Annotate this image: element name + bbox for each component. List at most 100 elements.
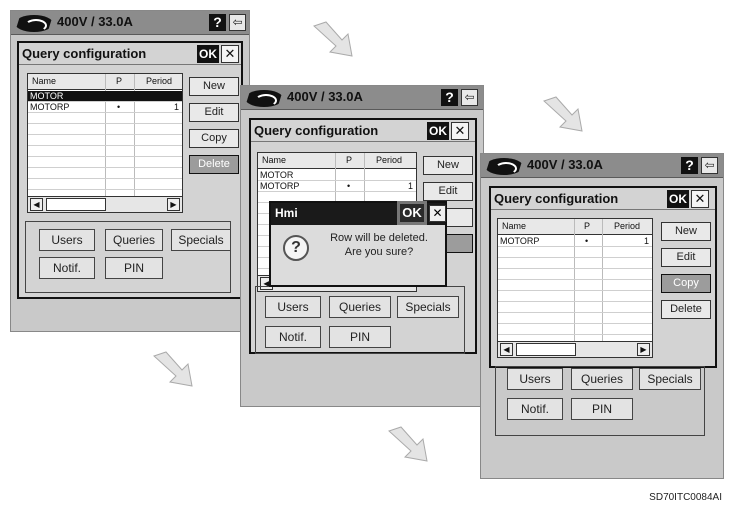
row-period: 1 [408,181,414,191]
table-header: Name P Period [498,219,652,235]
window-title: Query configuration [22,46,147,61]
horizontal-scrollbar[interactable]: ◀ ▶ [28,196,182,212]
specials-button[interactable]: Specials [397,296,459,318]
screen-step-2: 400V / 33.0A ? ⇦ Query configuration OK … [240,85,484,407]
copy-button[interactable]: Copy [661,274,711,293]
scroll-right-icon[interactable]: ▶ [637,343,650,356]
brand-logo-icon [485,158,523,175]
specials-button[interactable]: Specials [639,368,701,390]
row-name: MOTORP [500,236,540,246]
dialog-ok-button[interactable]: OK [397,201,427,225]
close-button[interactable]: ✕ [451,122,469,140]
query-table[interactable]: Name P Period MOTORP • 1 ◀ ▶ [497,218,653,358]
pin-button[interactable]: PIN [329,326,391,348]
screen-step-3: 400V / 33.0A ? ⇦ Query configuration OK … [480,153,724,479]
delete-button[interactable]: Delete [661,300,711,319]
delete-confirm-dialog: Hmi OK ✕ ? Row will be deleted. Are you … [269,201,447,287]
table-row[interactable]: MOTORP • 1 [258,181,416,192]
column-header-name: Name [262,155,287,165]
window-title: Query configuration [494,191,619,206]
column-header-period: Period [376,155,403,165]
back-icon[interactable]: ⇦ [229,14,246,31]
notif-button[interactable]: Notif. [507,398,563,420]
pin-button[interactable]: PIN [105,257,163,279]
users-button[interactable]: Users [39,229,95,251]
table-row[interactable]: MOTORP • 1 [28,102,182,113]
ok-button[interactable]: OK [197,45,219,63]
voltage-current-readout: 400V / 33.0A [287,89,363,104]
new-button[interactable]: New [189,77,239,96]
queries-button[interactable]: Queries [329,296,391,318]
delete-button[interactable]: Delete [189,155,239,174]
query-configuration-window: Query configuration OK ✕ Name P Period M… [489,186,717,368]
users-button[interactable]: Users [507,368,563,390]
column-header-name: Name [32,76,57,86]
help-icon[interactable]: ? [209,14,226,31]
edit-button[interactable]: Edit [423,182,473,201]
row-period: 1 [644,236,650,246]
window-title-bar: Query configuration OK ✕ [19,43,241,65]
column-header-p: P [116,76,123,86]
notif-button[interactable]: Notif. [265,326,321,348]
back-icon[interactable]: ⇦ [461,89,478,106]
status-bar: 400V / 33.0A ? ⇦ [481,154,723,178]
pin-button[interactable]: PIN [571,398,633,420]
voltage-current-readout: 400V / 33.0A [57,14,133,29]
row-period: 1 [174,102,180,112]
copy-button[interactable]: Copy [189,129,239,148]
close-button[interactable]: ✕ [221,45,239,63]
ok-button[interactable]: OK [427,122,449,140]
table-row[interactable]: MOTORP • 1 [498,236,652,247]
table-header: Name P Period [258,153,416,169]
figure-caption: SD70ITC0084AI [649,492,722,503]
new-button[interactable]: New [661,222,711,241]
specials-button[interactable]: Specials [171,229,231,251]
back-icon[interactable]: ⇦ [701,157,718,174]
arrow-icon [388,426,428,462]
question-icon: ? [283,235,309,261]
window-title: Query configuration [254,123,379,138]
arrow-icon [543,96,583,132]
row-name: MOTOR [260,170,294,180]
scroll-right-icon[interactable]: ▶ [167,198,180,211]
dialog-title: Hmi [275,206,298,220]
close-button[interactable]: ✕ [691,190,709,208]
column-header-period: Period [614,221,641,231]
row-p: • [117,102,121,112]
horizontal-scrollbar[interactable]: ◀ ▶ [498,341,652,357]
column-header-p: P [346,155,353,165]
screen-step-1: 400V / 33.0A ? ⇦ Query configuration OK … [10,10,250,332]
voltage-current-readout: 400V / 33.0A [527,157,603,172]
help-icon[interactable]: ? [441,89,458,106]
ok-button[interactable]: OK [667,190,689,208]
users-button[interactable]: Users [265,296,321,318]
queries-button[interactable]: Queries [571,368,633,390]
queries-button[interactable]: Queries [105,229,163,251]
help-icon[interactable]: ? [681,157,698,174]
row-name: MOTORP [30,102,70,112]
dialog-message: Row will be deleted. Are you sure? [317,231,441,259]
scroll-thumb[interactable] [516,343,576,356]
column-header-period: Period [146,76,173,86]
scroll-thumb[interactable] [46,198,106,211]
row-p: • [585,236,589,246]
row-name: MOTORP [260,181,300,191]
window-title-bar: Query configuration OK ✕ [251,120,475,142]
dialog-message-line-2: Are you sure? [344,246,414,258]
scroll-left-icon[interactable]: ◀ [30,198,43,211]
edit-button[interactable]: Edit [661,248,711,267]
row-name: MOTOR [30,91,64,101]
edit-button[interactable]: Edit [189,103,239,122]
status-bar: 400V / 33.0A ? ⇦ [11,11,249,35]
table-row[interactable]: MOTOR [28,91,182,102]
scroll-left-icon[interactable]: ◀ [500,343,513,356]
brand-logo-icon [15,15,53,32]
arrow-icon [153,351,193,387]
status-bar: 400V / 33.0A ? ⇦ [241,86,483,110]
table-row[interactable]: MOTOR [258,170,416,181]
query-table[interactable]: Name P Period MOTOR MOTORP • 1 ◀ ▶ [27,73,183,213]
dialog-close-button[interactable]: ✕ [429,205,446,222]
window-title-bar: Query configuration OK ✕ [491,188,715,210]
notif-button[interactable]: Notif. [39,257,95,279]
new-button[interactable]: New [423,156,473,175]
